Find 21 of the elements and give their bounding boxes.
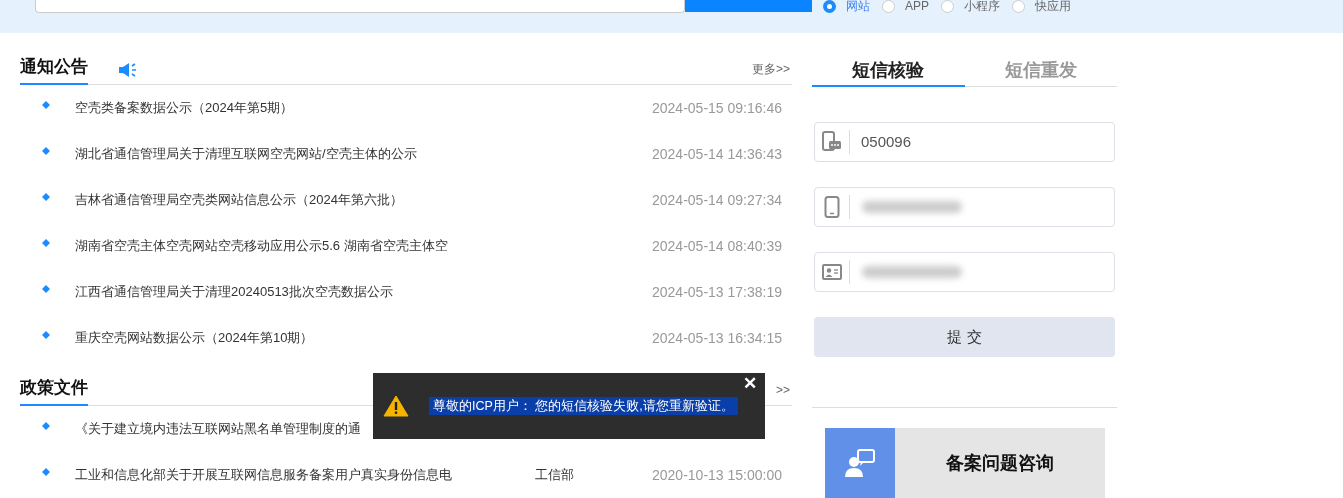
item-time: 2024-05-13 16:34:15 — [652, 328, 782, 348]
item-time: 2024-05-14 08:40:39 — [652, 236, 782, 256]
toast-message: 尊敬的ICP用户： 您的短信核验失败,请您重新验证。 — [429, 396, 738, 416]
item-title: 江西省通信管理局关于清理20240513批次空壳数据公示 — [75, 283, 394, 302]
item-title: 湖南省空壳主体空壳网站空壳移动应用公示5.6 湖南省空壳主体空 — [75, 237, 449, 256]
item-source: 工信部 — [535, 466, 574, 485]
item-time: 2020-10-13 15:00:00 — [652, 465, 782, 485]
item-time: 2024-05-15 09:16:46 — [652, 98, 782, 118]
item-time: 2024-05-14 09:27:34 — [652, 190, 782, 210]
item-title: 空壳类备案数据公示（2024年第5期） — [75, 99, 295, 118]
item-time: 2024-05-13 17:38:19 — [652, 282, 782, 302]
field-value: 050096 — [861, 131, 912, 152]
item-title: 工业和信息化部关于开展互联网信息服务备案用户真实身份信息电 — [75, 466, 453, 485]
consult-label: 备案问题咨询 — [945, 451, 1055, 475]
section-title: 政策文件 — [20, 374, 88, 406]
item-title: 吉林省通信管理局空壳类网站信息公示（2024年第六批） — [75, 191, 404, 210]
item-title: 湖北省通信管理局关于清理互联网空壳网站/空壳主体的公示 — [75, 145, 418, 164]
section-title: 通知公告 — [20, 53, 88, 85]
item-title: 重庆空壳网站数据公示（2024年第10期） — [75, 329, 315, 348]
item-title: 《关于建立境内违法互联网站黑名单管理制度的通 — [75, 420, 362, 439]
item-time: 2024-05-14 14:36:43 — [652, 144, 782, 164]
